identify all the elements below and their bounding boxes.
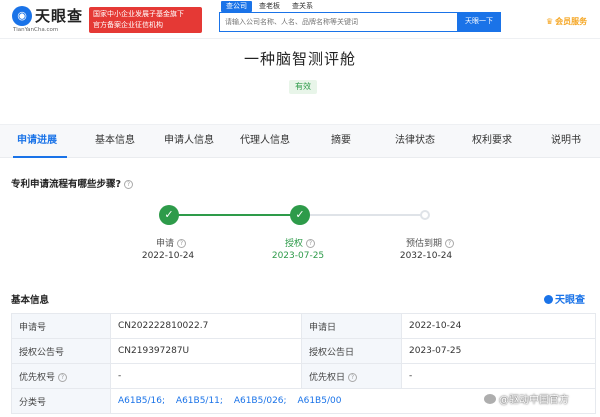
grant-date-label: 授权公告日: [301, 338, 402, 364]
classification-label: 分类号: [11, 388, 111, 414]
grant-date-value: 2023-07-25: [401, 338, 596, 364]
tab-search-boss[interactable]: 查老板: [254, 1, 285, 12]
watermark-text: @驱动中国官方: [499, 395, 569, 406]
tianyancha-brand-logo: 天眼查: [544, 291, 585, 306]
step-expiry-date: 2032-10-24: [399, 251, 453, 261]
logo-url: TianYanCha.com: [13, 27, 59, 33]
tab-applicant-info[interactable]: 申请人信息: [164, 125, 214, 157]
tab-description[interactable]: 说明书: [551, 125, 581, 157]
badge-line-2: 官方备案企业征信机构: [93, 21, 163, 29]
search-button[interactable]: 天眼一下: [457, 12, 501, 32]
tab-legal-status[interactable]: 法律状态: [395, 125, 435, 157]
member-service-link[interactable]: ♛ 会员服务: [546, 16, 587, 27]
tab-basic-info[interactable]: 基本信息: [95, 125, 135, 157]
step-expiry-label-text: 预估到期: [405, 239, 442, 249]
weibo-icon: [484, 394, 496, 404]
step-apply-date: 2022-10-24: [141, 251, 195, 261]
patent-title: 一种脑智测评舱: [243, 50, 356, 68]
step-apply-check-icon: ✓: [159, 205, 179, 225]
brand-text: 天眼查: [555, 295, 585, 306]
tab-agent-info[interactable]: 代理人信息: [240, 125, 290, 157]
tab-application-progress[interactable]: 申请进展: [17, 125, 57, 157]
classification-link[interactable]: A61B5/11;: [176, 396, 223, 406]
logo-eye-icon: [544, 295, 553, 304]
step-apply-label: 申请?: [126, 236, 216, 249]
priority-number-label: 优先权号?: [11, 363, 111, 389]
application-date-label: 申请日: [301, 313, 402, 339]
logo-text: 天眼查: [35, 7, 84, 25]
help-icon[interactable]: ?: [445, 239, 454, 248]
application-date-value: 2022-10-24: [401, 313, 596, 339]
application-number-label: 申请号: [11, 313, 111, 339]
priority-date-label: 优先权日?: [301, 363, 402, 389]
table-row: 申请号 CN202222810022.7 申请日 2022-10-24: [11, 313, 596, 339]
tab-abstract[interactable]: 摘要: [331, 125, 351, 157]
classification-link[interactable]: A61B5/00: [297, 396, 341, 406]
help-icon[interactable]: ?: [58, 372, 68, 382]
site-logo[interactable]: ◉ 天眼查 TianYanCha.com: [12, 5, 84, 35]
basic-info-title: 基本信息: [11, 295, 50, 306]
tab-search-relation[interactable]: 查关系: [287, 1, 318, 12]
tab-claims[interactable]: 权利要求: [472, 125, 512, 157]
step-grant-check-icon: ✓: [290, 205, 310, 225]
step-grant-label: 授权?: [255, 236, 345, 249]
priority-number-value: -: [110, 363, 302, 389]
weibo-watermark: @驱动中国官方: [484, 391, 569, 406]
tab-search-company[interactable]: 查公司: [221, 1, 252, 12]
help-icon[interactable]: ?: [306, 239, 315, 248]
priority-date-label-text: 优先权日: [309, 372, 346, 383]
step-grant-date: 2023-07-25: [271, 251, 325, 261]
header-divider: [0, 38, 600, 39]
progress-line-completed: [168, 214, 300, 216]
status-badge: 有效: [289, 80, 317, 94]
official-badge[interactable]: 国家中小企业发展子基金旗下 官方备案企业征信机构: [89, 7, 202, 33]
site-header: ◉ 天眼查 TianYanCha.com 国家中小企业发展子基金旗下 官方备案企…: [0, 0, 600, 40]
step-apply-label-text: 申请: [155, 239, 174, 249]
help-icon[interactable]: ?: [177, 239, 186, 248]
member-label: 会员服务: [555, 17, 588, 26]
step-expiry-label: 预估到期?: [385, 236, 475, 249]
priority-number-label-text: 优先权号: [19, 372, 56, 383]
progress-section-title: 专利申请流程有哪些步骤??: [11, 176, 134, 190]
step-grant-label-text: 授权: [284, 239, 303, 249]
grant-number-value: CN219397287U: [110, 338, 302, 364]
progress-title-text: 专利申请流程有哪些步骤?: [11, 179, 122, 190]
application-number-value: CN202222810022.7: [110, 313, 302, 339]
table-row: 授权公告号 CN219397287U 授权公告日 2023-07-25: [11, 338, 596, 364]
detail-tabbar: 申请进展 基本信息 申请人信息 代理人信息 摘要 法律状态 权利要求 说明书: [0, 124, 600, 158]
classification-link[interactable]: A61B5/026;: [234, 396, 287, 406]
grant-number-label: 授权公告号: [11, 338, 111, 364]
help-icon[interactable]: ?: [348, 372, 358, 382]
classification-link[interactable]: A61B5/16;: [118, 396, 165, 406]
help-icon[interactable]: ?: [124, 180, 134, 189]
progress-line-pending: [300, 214, 425, 216]
logo-eye-icon: ◉: [12, 6, 32, 26]
badge-line-1: 国家中小企业发展子基金旗下: [93, 10, 184, 18]
search-input[interactable]: [219, 12, 457, 32]
table-row: 优先权号? - 优先权日? -: [11, 363, 596, 389]
crown-icon: ♛: [546, 17, 554, 26]
priority-date-value: -: [401, 363, 596, 389]
active-tab-indicator: [13, 156, 67, 158]
step-expiry-dot-icon: [420, 210, 430, 220]
